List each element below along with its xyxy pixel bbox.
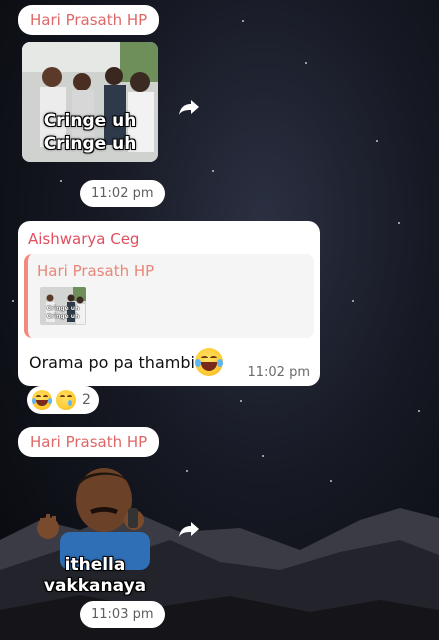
message-text-row: Orama po pa thambi (29, 348, 223, 376)
sticker-caption-line-1: Cringe uh (43, 111, 137, 131)
reaction-count: 2 (82, 392, 91, 408)
sticker-caption-line-1: ithella (64, 555, 126, 575)
quoted-sender-name: Hari Prasath HP (37, 262, 155, 280)
reactions-pill[interactable]: 2 (27, 386, 99, 414)
sender-name: Hari Prasath HP (18, 5, 160, 35)
sticker-caption-line-2: Cringe uh (43, 134, 137, 154)
forward-button[interactable] (176, 516, 202, 542)
forward-button[interactable] (176, 94, 202, 120)
sender-name: Hari Prasath HP (18, 427, 160, 457)
reply-message-bubble[interactable]: Aishwarya Ceg Hari Prasath HP Cringe uh … (18, 221, 320, 386)
quoted-sticker-thumbnail: Cringe uh Cringe uh (40, 287, 86, 325)
forward-icon (179, 522, 199, 537)
sender-name: Aishwarya Ceg (28, 230, 140, 248)
sticker-caption-line-2: vakkanaya pesu (43, 576, 147, 598)
message-time: 11:03 pm (80, 601, 165, 628)
forward-icon (179, 100, 199, 115)
message-time: 11:02 pm (80, 180, 165, 207)
sticker-image[interactable]: ithella vakkanaya pesu (20, 460, 170, 598)
tears-of-joy-emoji (32, 390, 52, 410)
thumbnail-caption-line-1: Cringe uh (46, 305, 80, 312)
sticker-image[interactable]: Cringe uh Cringe uh (22, 42, 158, 162)
crying-face-emoji (56, 390, 76, 410)
quoted-message[interactable]: Hari Prasath HP Cringe uh Cringe uh (24, 254, 314, 338)
sticker-photo (37, 468, 150, 570)
tears-of-joy-emoji (194, 348, 223, 376)
thumbnail-caption-line-2: Cringe uh (46, 313, 80, 320)
message-time: 11:02 pm (247, 365, 310, 380)
message-text: Orama po pa thambi (29, 352, 195, 372)
